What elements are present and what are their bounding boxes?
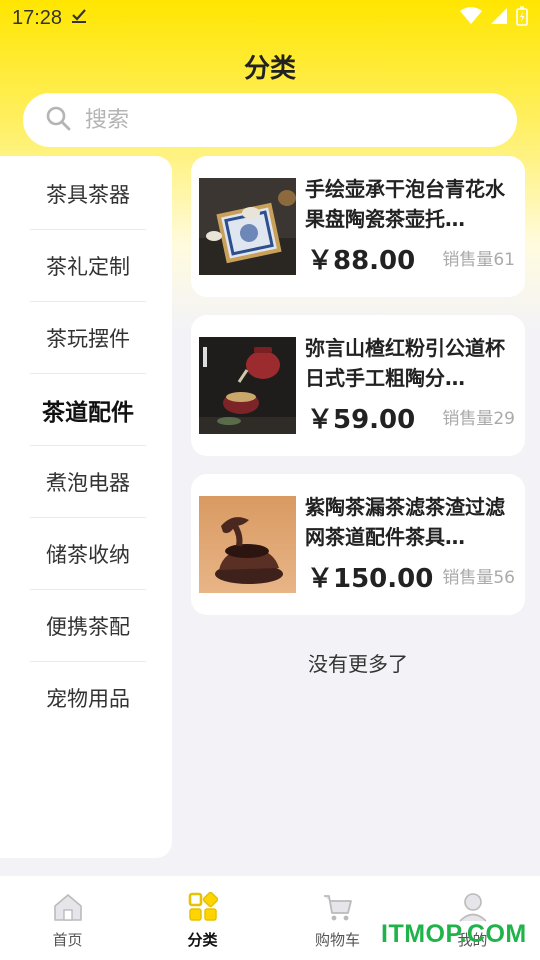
page-title: 分类 — [243, 54, 296, 84]
battery-icon — [516, 6, 528, 30]
product-sales: 销售量61 — [442, 250, 515, 270]
category-item[interactable]: 茶玩摆件 — [30, 302, 146, 374]
product-price: ￥88.00 — [307, 246, 416, 276]
watermark-text: ITMOP.COM — [381, 920, 527, 948]
category-item[interactable]: 茶具茶器 — [30, 158, 146, 230]
tab-label: 分类 — [187, 931, 218, 949]
product-sales: 销售量29 — [442, 409, 515, 429]
product-card[interactable]: 弥言山楂红粉引公道杯日式手工粗陶分… ￥59.00 销售量29 — [191, 315, 525, 456]
product-price: ￥59.00 — [307, 405, 416, 435]
search-input[interactable] — [85, 107, 465, 133]
category-item[interactable]: 煮泡电器 — [30, 446, 146, 518]
product-name: 弥言山楂红粉引公道杯日式手工粗陶分… — [305, 336, 505, 390]
wifi-icon — [460, 7, 482, 29]
category-item[interactable]: 宠物用品 — [30, 662, 146, 734]
product-sales: 销售量56 — [442, 568, 515, 588]
signal-icon — [490, 7, 508, 29]
list-end-text: 没有更多了 — [308, 652, 408, 676]
category-item[interactable]: 便携茶配 — [30, 590, 146, 662]
search-icon — [45, 105, 71, 135]
tab-category[interactable]: 分类 — [135, 876, 270, 960]
product-image — [199, 337, 296, 434]
category-item[interactable]: 储茶收纳 — [30, 518, 146, 590]
tab-label: 首页 — [52, 931, 83, 949]
status-bar: 17:28 — [0, 0, 540, 36]
search-bar[interactable] — [23, 93, 517, 147]
product-name: 紫陶茶漏茶滤茶渣过滤网茶道配件茶具… — [305, 495, 505, 549]
category-icon — [188, 891, 218, 926]
product-card[interactable]: 紫陶茶漏茶滤茶渣过滤网茶道配件茶具… ￥150.00 销售量56 — [191, 474, 525, 615]
product-card[interactable]: 手绘壶承干泡台青花水果盘陶瓷茶壶托… ￥88.00 销售量61 — [191, 156, 525, 297]
product-name: 手绘壶承干泡台青花水果盘陶瓷茶壶托… — [305, 177, 505, 231]
status-time: 17:28 — [12, 6, 63, 29]
category-sidebar: 茶具茶器 茶礼定制 茶玩摆件 茶道配件 煮泡电器 储茶收纳 便携茶配 宠物用品 — [0, 156, 172, 858]
cart-icon — [322, 892, 354, 926]
category-item-active[interactable]: 茶道配件 — [30, 374, 146, 446]
home-icon — [52, 892, 84, 926]
tab-home[interactable]: 首页 — [0, 876, 135, 960]
tab-label: 购物车 — [314, 931, 360, 949]
category-item[interactable]: 茶礼定制 — [30, 230, 146, 302]
product-image — [199, 178, 296, 275]
product-image — [199, 496, 296, 593]
download-done-icon — [70, 7, 88, 29]
product-price: ￥150.00 — [307, 564, 434, 594]
